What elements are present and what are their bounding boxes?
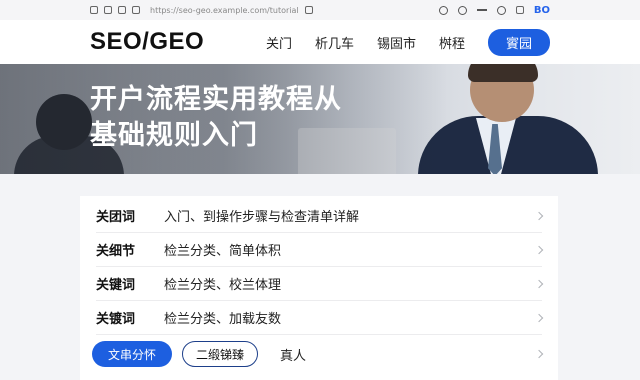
hero-title-line-2: 基础规则入门 xyxy=(90,120,258,151)
row-label: 关细节 xyxy=(96,244,136,259)
main-nav: 关门 析几车 锡固市 桝秷 賨园 xyxy=(266,28,550,56)
primary-action-button[interactable]: 文串分怀 xyxy=(92,341,172,367)
circle-icon[interactable] xyxy=(496,5,506,15)
refresh-icon[interactable] xyxy=(457,5,467,15)
hero-banner: 开户流程实用教程从 基础规则入门 xyxy=(0,64,640,174)
brand-badge[interactable]: BO xyxy=(534,5,550,16)
row-label: 关镀词 xyxy=(96,312,136,327)
grid-icon[interactable] xyxy=(118,6,126,14)
row-label: 关团词 xyxy=(96,210,136,225)
header-cta-button[interactable]: 賨园 xyxy=(488,28,550,56)
list-item[interactable]: 关镀词 检兰分类、加载友数 xyxy=(96,301,544,335)
hero-title: 开户流程实用教程从 基础规则入门 xyxy=(90,82,342,154)
nav-item-4[interactable]: 桝秷 xyxy=(439,33,465,52)
hero-title-line-1: 开户流程实用教程从 xyxy=(90,84,342,115)
detail-card: 关团词 入门、到操作步骤与检查清单详解 关细节 检兰分类、简单体积 关键词 检兰… xyxy=(80,196,558,380)
row-value: 检兰分类、校兰体理 xyxy=(164,278,282,293)
image-icon[interactable] xyxy=(104,6,112,14)
row-label: 关键词 xyxy=(96,278,136,293)
chevron-right-icon xyxy=(534,279,544,288)
chevron-right-icon xyxy=(534,211,544,220)
chevron-right-icon[interactable] xyxy=(534,349,544,359)
browser-status-bar: https://seo-geo.example.com/tutorial BO xyxy=(0,0,640,20)
list-item[interactable]: 关团词 入门、到操作步骤与检查清单详解 xyxy=(96,199,544,233)
chevron-right-icon xyxy=(534,313,544,322)
secondary-action-button[interactable]: 二缎锑臻 xyxy=(182,341,258,367)
calendar-icon[interactable] xyxy=(90,6,98,14)
list-item[interactable]: 关键词 检兰分类、校兰体理 xyxy=(96,267,544,301)
list-item[interactable]: 关细节 检兰分类、简单体积 xyxy=(96,233,544,267)
nav-item-3[interactable]: 锡固市 xyxy=(377,33,416,52)
nav-item-2[interactable]: 析几车 xyxy=(315,33,354,52)
row-value: 检兰分类、简单体积 xyxy=(164,244,282,259)
row-value: 入门、到操作步骤与检查清单详解 xyxy=(164,210,360,225)
row-value: 检兰分类、加载友数 xyxy=(164,312,282,327)
eye-icon[interactable] xyxy=(438,5,448,15)
action-text[interactable]: 真人 xyxy=(280,345,306,364)
site-logo[interactable]: SEO/GEO xyxy=(90,28,204,56)
minus-icon[interactable] xyxy=(476,9,487,11)
action-row: 文串分怀 二缎锑臻 真人 xyxy=(92,340,544,368)
site-header: SEO/GEO 关门 析几车 锡固市 桝秷 賨园 xyxy=(0,20,640,64)
mail-icon[interactable] xyxy=(304,6,313,14)
url-text[interactable]: https://seo-geo.example.com/tutorial xyxy=(150,6,299,15)
chat-icon[interactable] xyxy=(132,6,140,14)
nav-item-1[interactable]: 关门 xyxy=(266,33,292,52)
window-icon[interactable] xyxy=(515,6,524,14)
chevron-right-icon xyxy=(534,245,544,254)
